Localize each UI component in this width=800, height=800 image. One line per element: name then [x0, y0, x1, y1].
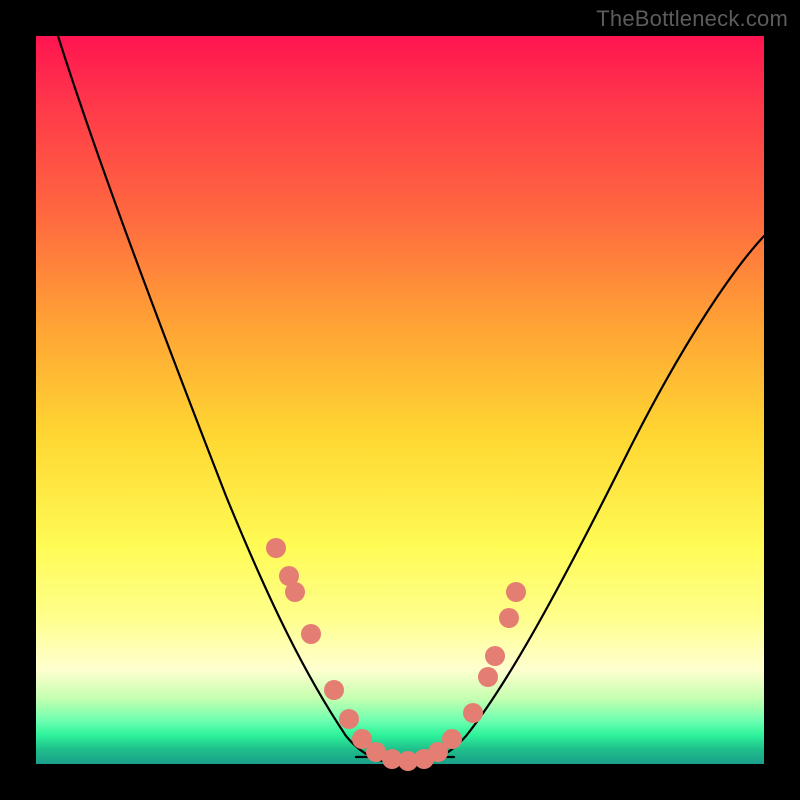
bottleneck-curve — [58, 36, 764, 764]
plot-area — [36, 36, 764, 764]
chart-svg — [36, 36, 764, 764]
watermark-credit: TheBottleneck.com — [596, 6, 788, 32]
outer-frame: TheBottleneck.com — [0, 0, 800, 800]
marker-dots — [266, 538, 526, 771]
